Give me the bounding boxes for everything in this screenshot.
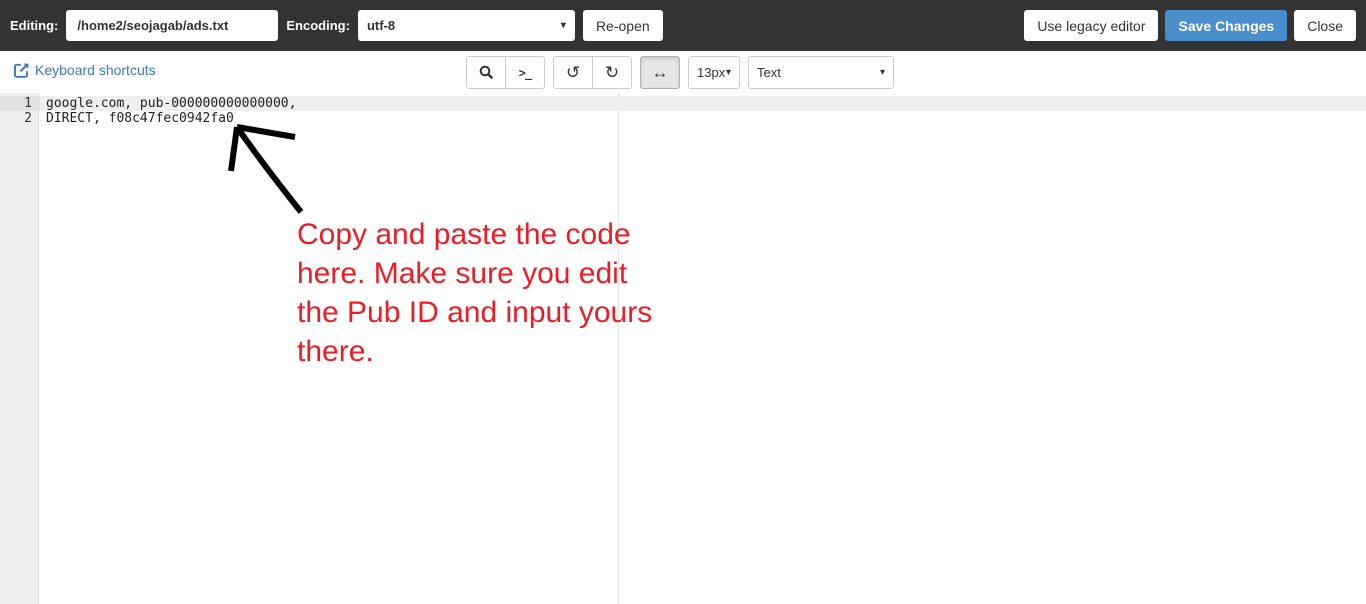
close-button[interactable]: Close xyxy=(1294,10,1356,41)
search-terminal-group: >_ xyxy=(466,56,545,89)
editor-content[interactable]: 1 google.com, pub-000000000000000, 2 DIR… xyxy=(0,93,1366,126)
editor-toolbar: Keyboard shortcuts >_ ↺ ↻ ↔ 13px ▾ Text … xyxy=(0,51,1366,93)
annotation-text-line: here. Make sure you edit xyxy=(297,257,628,290)
editing-label: Editing: xyxy=(10,18,59,33)
editor-header-bar: Editing: Encoding: utf-8 ▾ Re-open Use l… xyxy=(0,0,1366,51)
toolbar-buttons: >_ ↺ ↻ ↔ 13px ▾ Text ▾ xyxy=(466,56,894,89)
font-size-value: 13px xyxy=(697,65,726,80)
code-editor[interactable]: 1 google.com, pub-000000000000000, 2 DIR… xyxy=(0,93,1366,604)
code-line[interactable]: 1 google.com, pub-000000000000000, xyxy=(0,96,1366,111)
undo-icon: ↺ xyxy=(565,62,581,82)
reopen-button[interactable]: Re-open xyxy=(582,10,663,41)
line-number-gutter xyxy=(0,93,39,604)
annotation-text-line: the Pub ID and input yours xyxy=(297,296,653,329)
keyboard-shortcuts-label: Keyboard shortcuts xyxy=(35,62,156,78)
encoding-value: utf-8 xyxy=(366,18,396,33)
tutorial-annotation: Copy and paste the code here. Make sure … xyxy=(0,93,1366,604)
annotation-text-line: Copy and paste the code xyxy=(297,218,631,251)
caret-down-icon: ▾ xyxy=(560,19,566,31)
code-line-text[interactable]: DIRECT, f08c47fec0942fa0 xyxy=(40,111,234,126)
file-path-input[interactable] xyxy=(66,10,279,41)
terminal-icon: >_ xyxy=(518,65,532,80)
annotation-text: Copy and paste the code here. Make sure … xyxy=(297,215,652,371)
magnifier-icon xyxy=(479,65,494,80)
external-link-square-icon xyxy=(14,63,29,78)
word-wrap-icon: ↔ xyxy=(651,62,669,82)
use-legacy-editor-button[interactable]: Use legacy editor xyxy=(1024,10,1159,41)
hand-drawn-arrow xyxy=(228,124,304,214)
syntax-mode-select[interactable]: Text ▾ xyxy=(748,56,894,89)
encoding-select[interactable]: utf-8 ▾ xyxy=(357,10,575,41)
undo-button[interactable]: ↺ xyxy=(553,56,593,89)
undo-redo-group: ↺ ↻ xyxy=(553,56,632,89)
redo-icon: ↻ xyxy=(604,62,620,82)
caret-down-icon: ▾ xyxy=(725,66,731,78)
redo-button[interactable]: ↻ xyxy=(592,56,632,89)
word-wrap-toggle[interactable]: ↔ xyxy=(640,56,680,89)
keyboard-shortcuts-link[interactable]: Keyboard shortcuts xyxy=(14,62,156,78)
code-line[interactable]: 2 DIRECT, f08c47fec0942fa0 xyxy=(0,111,1366,126)
syntax-mode-value: Text xyxy=(757,65,781,80)
save-changes-button[interactable]: Save Changes xyxy=(1165,10,1288,41)
terminal-button[interactable]: >_ xyxy=(505,56,545,89)
header-actions: Use legacy editor Save Changes Close xyxy=(1024,10,1356,41)
annotation-text-line: there. xyxy=(297,335,374,368)
search-button[interactable] xyxy=(466,56,506,89)
print-margin-line xyxy=(618,93,619,604)
line-number: 1 xyxy=(0,96,40,111)
code-line-text[interactable]: google.com, pub-000000000000000, xyxy=(40,96,296,111)
encoding-label: Encoding: xyxy=(286,18,350,33)
caret-down-icon: ▾ xyxy=(879,66,885,78)
line-number: 2 xyxy=(24,111,32,126)
font-size-select[interactable]: 13px ▾ xyxy=(688,56,740,89)
